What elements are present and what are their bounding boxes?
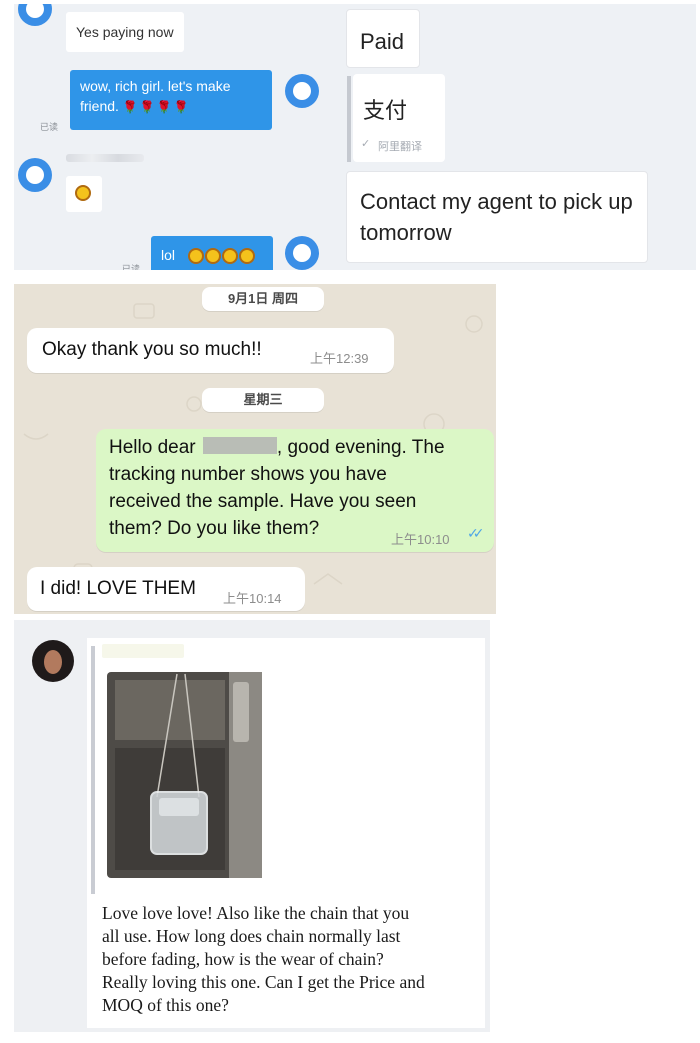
message-line: received the sample. Have you seen xyxy=(109,491,417,512)
message-text: I did! LOVE THEM xyxy=(40,578,196,599)
outgoing-message: Hello dear , good evening. The tracking … xyxy=(96,429,494,552)
message-line: Hello dear , good evening. The xyxy=(109,434,445,461)
message-text: Hello dear xyxy=(109,437,196,458)
laughing-emoji-icon xyxy=(75,185,91,201)
chat-panel-left: Yes paying now 已读 wow, rich girl. let's … xyxy=(14,4,323,270)
message-line: all use. How long does chain normally la… xyxy=(102,926,401,946)
read-status: 已读 xyxy=(122,264,141,270)
message-lol: lol xyxy=(151,236,273,270)
my-avatar-icon[interactable] xyxy=(285,74,319,108)
check-icon: ✓ xyxy=(361,138,371,150)
translation-card: 支付 ✓ 阿里翻译 xyxy=(353,74,445,162)
quote-accent-bar xyxy=(91,646,95,894)
product-inquiry-post: Love love love! Also like the chain that… xyxy=(14,620,490,1032)
laughing-emoji-icon xyxy=(187,248,204,265)
double-check-icon: ✓✓ xyxy=(467,525,485,541)
product-photo[interactable] xyxy=(107,672,262,878)
date-separator: 9月1日 周四 xyxy=(202,287,324,311)
message-text: , good evening. The xyxy=(276,437,445,458)
message-line: Love love love! Also like the chain that… xyxy=(102,903,410,923)
translation-text: 支付 xyxy=(363,98,408,123)
date-separator-text: 星期三 xyxy=(243,392,283,407)
laughing-emoji-icon xyxy=(238,248,255,265)
message-laugh-emoji xyxy=(66,176,102,212)
message-line: MOQ of this one? xyxy=(102,995,229,1015)
read-status: 已读 xyxy=(40,122,59,132)
message-paid: Paid xyxy=(346,9,420,68)
message-time: 上午12:39 xyxy=(310,351,369,366)
message-line: Really loving this one. Can I get the Pr… xyxy=(102,972,425,992)
message-yes-paying: Yes paying now xyxy=(66,12,184,52)
my-avatar-icon[interactable] xyxy=(285,236,319,270)
translation-accent-bar xyxy=(347,76,351,162)
contact-avatar-icon[interactable] xyxy=(18,158,52,192)
message-rich-girl: wow, rich girl. let's make friend. 🌹🌹🌹🌹 xyxy=(70,70,272,130)
avatar-face-shape xyxy=(44,650,62,674)
chat-panel-translation: Paid 支付 ✓ 阿里翻译 Contact my agent to pick … xyxy=(323,4,696,270)
message-text: Contact my agent to pick up tomorrow xyxy=(360,189,633,245)
blurred-sender-name xyxy=(102,644,184,658)
date-separator: 星期三 xyxy=(202,388,324,412)
post-message: Love love love! Also like the chain that… xyxy=(102,902,482,1017)
whatsapp-chat: 9月1日 周四 Okay thank you so much!! 上午12:39… xyxy=(14,284,496,614)
user-avatar[interactable] xyxy=(32,640,74,682)
laughing-emoji-icon xyxy=(204,248,221,265)
message-text: lol xyxy=(161,247,176,263)
incoming-message: I did! LOVE THEM 上午10:14 xyxy=(27,567,305,611)
message-text: Okay thank you so much!! xyxy=(42,339,262,360)
message-line: them? Do you like them? xyxy=(109,518,320,539)
message-text: Yes paying now xyxy=(76,24,174,40)
contact-avatar-icon[interactable] xyxy=(18,4,52,26)
message-text: Paid xyxy=(360,29,405,54)
message-time: 上午10:10 xyxy=(391,532,450,547)
date-separator-text: 9月1日 周四 xyxy=(227,291,299,306)
message-time: 上午10:14 xyxy=(223,591,282,606)
laughing-emoji-icon xyxy=(221,248,238,265)
contact-name-blurred xyxy=(66,154,144,162)
message-contact-agent: Contact my agent to pick up tomorrow xyxy=(346,171,648,263)
message-line: tracking number shows you have xyxy=(109,464,387,485)
translator-label: 阿里翻译 xyxy=(378,141,422,153)
rose-emoji-icon: 🌹🌹🌹🌹 xyxy=(122,100,191,114)
redacted-name xyxy=(202,437,277,454)
incoming-message: Okay thank you so much!! 上午12:39 xyxy=(27,328,394,373)
message-line: before fading, how is the wear of chain? xyxy=(102,949,384,969)
